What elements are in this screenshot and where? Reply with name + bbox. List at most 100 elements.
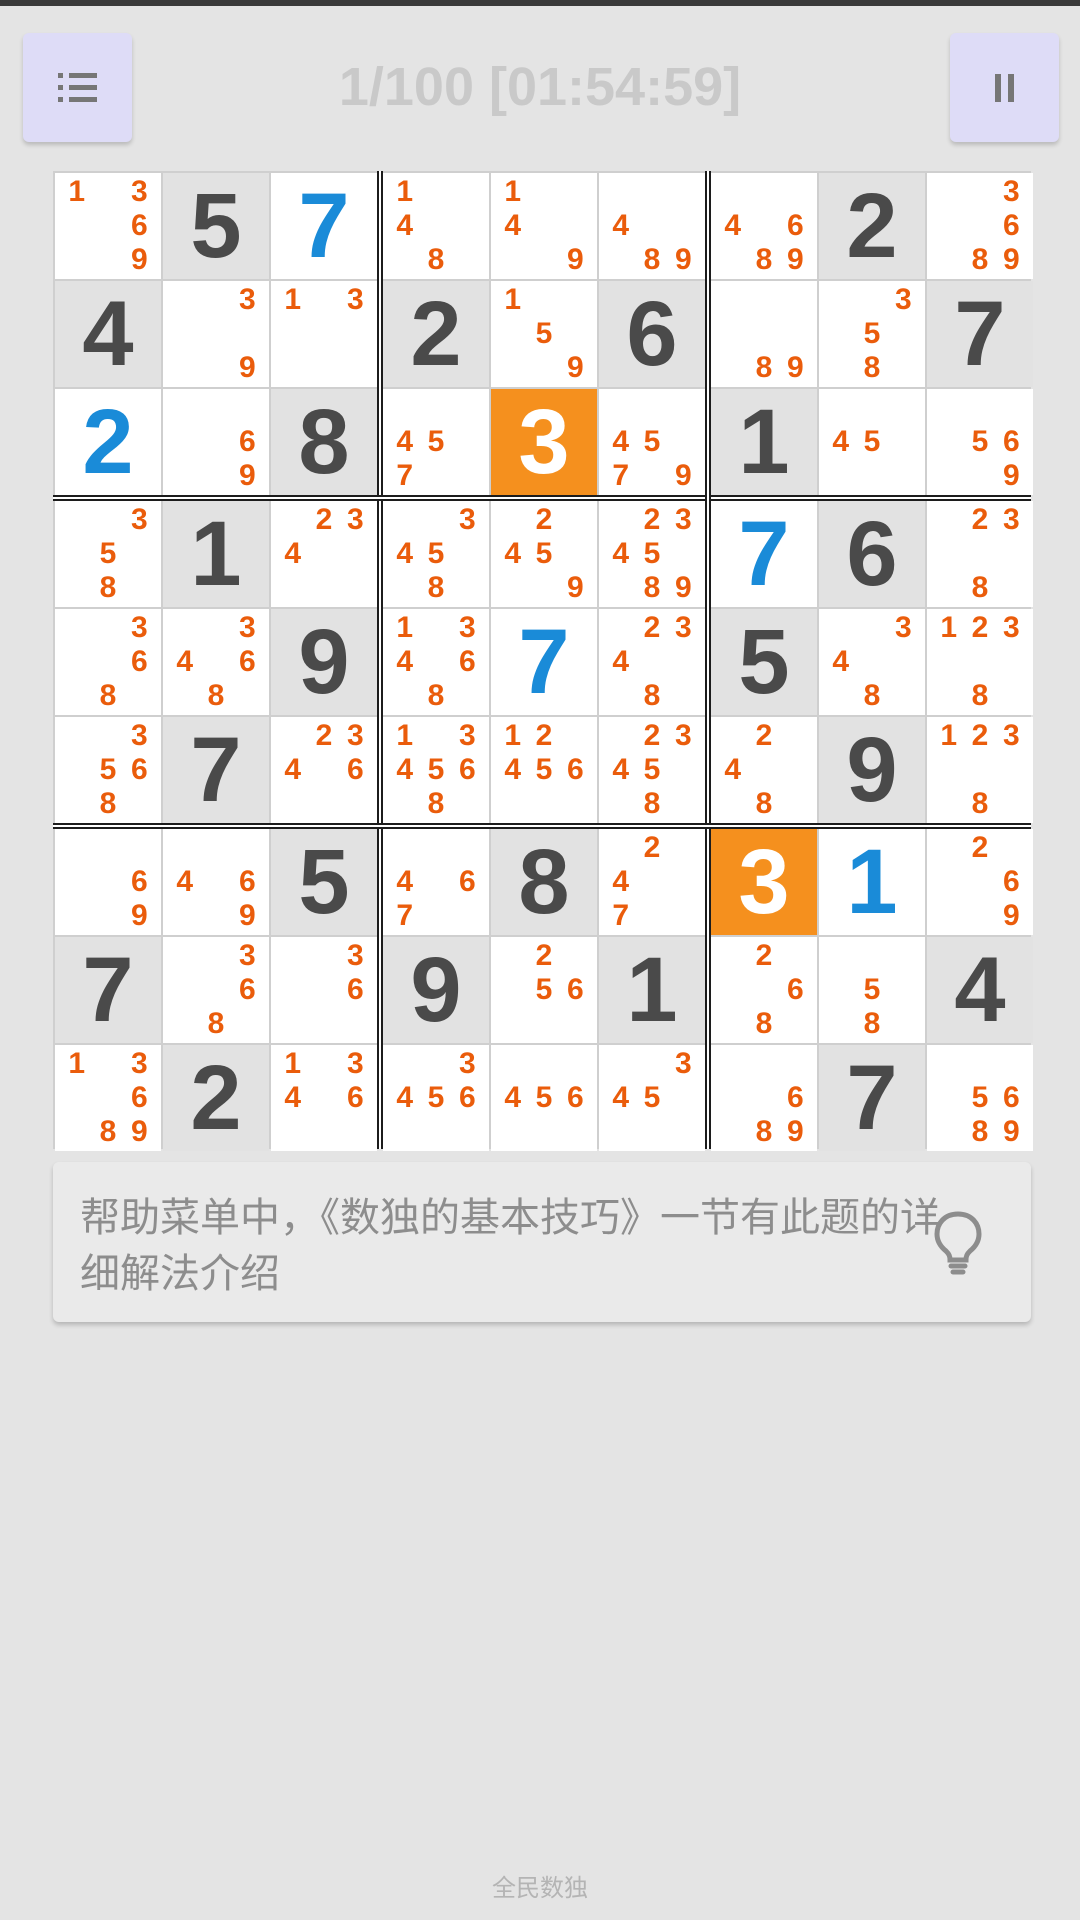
candidate-digit: 8: [755, 1007, 773, 1040]
candidate-cell[interactable]: 358: [819, 281, 925, 387]
candidate-cell[interactable]: 3689: [927, 173, 1033, 279]
candidate-cell[interactable]: 3 45: [599, 1045, 705, 1151]
given-cell[interactable]: 8: [491, 829, 597, 935]
candidate-cell[interactable]: 3 48: [819, 609, 925, 715]
given-cell[interactable]: 2: [163, 1045, 269, 1151]
candidate-digit: [933, 1081, 964, 1115]
candidate-notes: 23 4589: [605, 503, 699, 605]
candidate-digit: 6: [1002, 1081, 1020, 1114]
candidate-cell[interactable]: 248: [711, 717, 817, 823]
candidate-cell[interactable]: 3 458: [383, 501, 489, 607]
candidate-cell[interactable]: 4 69: [163, 829, 269, 935]
candidate-cell[interactable]: 689: [711, 1045, 817, 1151]
candidate-cell[interactable]: 23 4589: [599, 501, 705, 607]
candidate-cell[interactable]: 368: [163, 937, 269, 1043]
candidate-cell[interactable]: 358: [55, 501, 161, 607]
candidate-cell[interactable]: 5689: [927, 1045, 1033, 1151]
candidate-cell[interactable]: 23 8: [927, 501, 1033, 607]
given-cell[interactable]: 9: [383, 937, 489, 1043]
highlighted-cell[interactable]: 3: [491, 389, 597, 495]
given-cell[interactable]: 1: [599, 937, 705, 1043]
candidate-cell[interactable]: 1 3689: [55, 1045, 161, 1151]
candidate-digit: [61, 831, 92, 865]
filled-cell[interactable]: 2: [55, 389, 161, 495]
candidate-cell[interactable]: 123 8: [927, 717, 1033, 823]
candidate-cell[interactable]: 569: [927, 389, 1033, 495]
candidate-cell[interactable]: 1 3 4568: [383, 717, 489, 823]
given-cell[interactable]: 7: [55, 937, 161, 1043]
candidate-digit: [232, 317, 263, 351]
given-cell[interactable]: 4: [55, 281, 161, 387]
given-cell[interactable]: 1: [711, 389, 817, 495]
candidate-cell[interactable]: 23 4: [271, 501, 377, 607]
given-cell[interactable]: 2: [383, 281, 489, 387]
given-cell[interactable]: 9: [271, 609, 377, 715]
filled-cell[interactable]: 7: [711, 501, 817, 607]
candidate-cell[interactable]: 13: [271, 281, 377, 387]
given-cell[interactable]: 5: [163, 173, 269, 279]
candidate-digit: 5: [535, 537, 553, 570]
candidate-digit: 1: [396, 719, 413, 752]
candidate-cell[interactable]: 3568: [55, 717, 161, 823]
candidate-cell[interactable]: 123 8: [927, 609, 1033, 715]
candidate-digit: [452, 831, 483, 865]
candidate-cell[interactable]: 256: [491, 937, 597, 1043]
candidate-cell[interactable]: 148: [383, 173, 489, 279]
candidate-digit: [389, 571, 420, 605]
given-cell[interactable]: 7: [163, 717, 269, 823]
candidate-cell[interactable]: 23 4 6: [271, 717, 377, 823]
candidate-digit: [277, 317, 308, 351]
given-cell[interactable]: 5: [711, 609, 817, 715]
candidate-cell[interactable]: 1 3 4 68: [383, 609, 489, 715]
given-cell[interactable]: 4: [927, 937, 1033, 1043]
candidate-cell[interactable]: 58: [819, 937, 925, 1043]
lightbulb-icon[interactable]: [924, 1206, 992, 1278]
candidate-cell[interactable]: 456: [491, 1045, 597, 1151]
given-cell[interactable]: 7: [819, 1045, 925, 1151]
candidate-cell[interactable]: 69: [55, 829, 161, 935]
candidate-cell[interactable]: 457: [383, 389, 489, 495]
hint-card[interactable]: 帮助菜单中，《数独的基本技巧》一节有此题的详细解法介绍: [53, 1162, 1031, 1322]
candidate-cell[interactable]: 247: [599, 829, 705, 935]
candidate-digit: [888, 459, 919, 493]
candidate-cell[interactable]: 3 456: [383, 1045, 489, 1151]
given-cell[interactable]: 1: [163, 501, 269, 607]
candidate-cell[interactable]: 23 48: [599, 609, 705, 715]
candidate-digit: [636, 645, 667, 679]
candidate-cell[interactable]: 45: [819, 389, 925, 495]
filled-cell[interactable]: 7: [491, 609, 597, 715]
candidate-cell[interactable]: 89: [711, 281, 817, 387]
given-cell[interactable]: 2: [819, 173, 925, 279]
candidate-cell[interactable]: 1 369: [55, 173, 161, 279]
candidate-cell[interactable]: 69: [163, 389, 269, 495]
candidate-digit: 6: [346, 1081, 364, 1114]
candidate-cell[interactable]: 269: [927, 829, 1033, 935]
candidate-cell[interactable]: 4 6 7: [383, 829, 489, 935]
candidate-cell[interactable]: 1 3 4 6: [271, 1045, 377, 1151]
candidate-cell[interactable]: 457 9: [599, 389, 705, 495]
candidate-cell[interactable]: 14 9: [491, 173, 597, 279]
candidate-cell[interactable]: 159: [491, 281, 597, 387]
candidate-cell[interactable]: 36: [271, 937, 377, 1043]
given-cell[interactable]: 5: [271, 829, 377, 935]
given-cell[interactable]: 7: [927, 281, 1033, 387]
given-cell[interactable]: 9: [819, 717, 925, 823]
candidate-cell[interactable]: 39: [163, 281, 269, 387]
candidate-cell[interactable]: 12456: [491, 717, 597, 823]
given-cell[interactable]: 6: [819, 501, 925, 607]
given-cell[interactable]: 6: [599, 281, 705, 387]
candidate-cell[interactable]: 23 458: [599, 717, 705, 823]
candidate-digit: [200, 459, 231, 493]
candidate-cell[interactable]: 368: [55, 609, 161, 715]
candidate-cell[interactable]: 489: [599, 173, 705, 279]
highlighted-cell[interactable]: 3: [711, 829, 817, 935]
pause-button[interactable]: [950, 33, 1059, 142]
candidate-cell[interactable]: 4 689: [711, 173, 817, 279]
candidate-cell[interactable]: 268: [711, 937, 817, 1043]
candidate-cell[interactable]: 2459: [491, 501, 597, 607]
filled-cell[interactable]: 7: [271, 173, 377, 279]
candidate-digit: [964, 391, 995, 425]
candidate-cell[interactable]: 3 4 68: [163, 609, 269, 715]
filled-cell[interactable]: 1: [819, 829, 925, 935]
given-cell[interactable]: 8: [271, 389, 377, 495]
